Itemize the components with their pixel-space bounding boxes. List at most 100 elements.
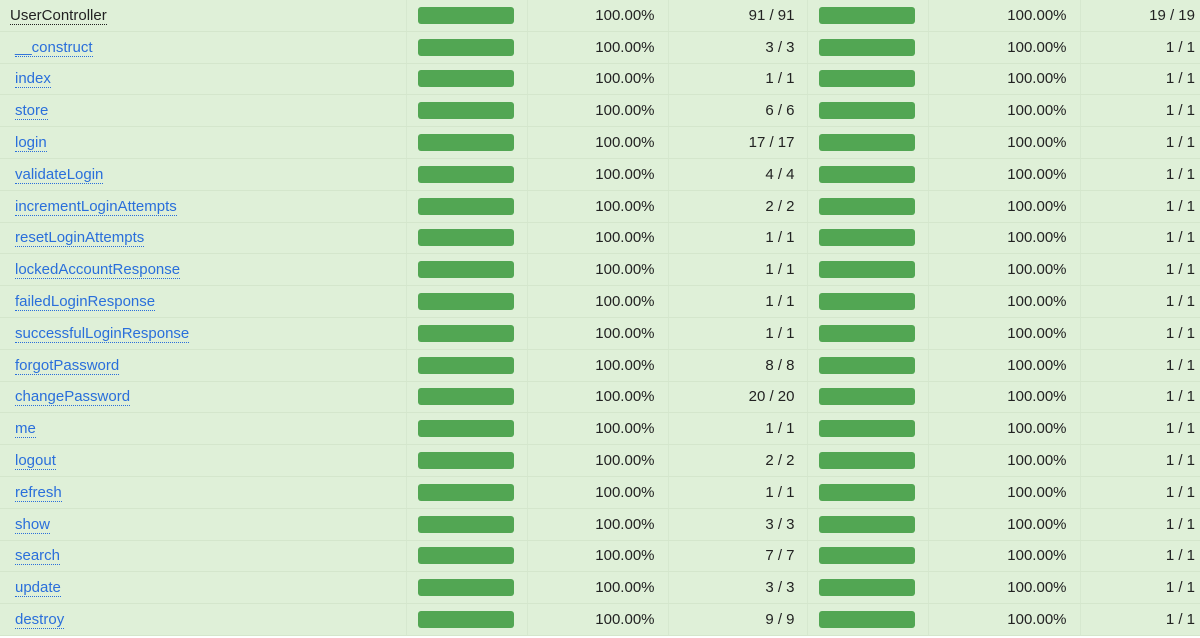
method-link[interactable]: index <box>15 70 51 89</box>
method-row: lockedAccountResponse 100.00% 1 / 1 100.00%… <box>0 253 1200 287</box>
lines-bar-cell <box>406 381 528 414</box>
method-link[interactable]: successfulLoginResponse <box>15 324 190 343</box>
method-row: update 100.00% 3 / 3 100.00% 1 / 1 <box>0 571 1200 605</box>
lines-percent: 100.00% <box>527 94 669 128</box>
methods-percent: 100.00% <box>928 349 1081 382</box>
methods-count: 1 / 1 <box>1080 349 1200 382</box>
lines-percent: 100.00% <box>527 444 669 477</box>
method-row: me 100.00% 1 / 1 100.00% 1 / 1 <box>0 412 1200 446</box>
lines-bar-cell <box>406 0 528 32</box>
methods-coverage-bar <box>818 483 915 501</box>
method-link[interactable]: update <box>15 579 61 598</box>
method-link[interactable]: incrementLoginAttempts <box>15 197 177 216</box>
methods-bar-cell <box>807 222 929 255</box>
method-link[interactable]: login <box>15 134 47 153</box>
lines-count: 20 / 20 <box>668 381 808 414</box>
method-row: changePassword 100.00% 20 / 20 100.00% 1 / 1 <box>0 381 1200 414</box>
lines-count: 3 / 3 <box>668 31 808 64</box>
method-link[interactable]: forgotPassword <box>15 356 120 375</box>
methods-coverage-bar <box>818 515 915 533</box>
lines-coverage-bar <box>417 388 514 406</box>
lines-count: 2 / 2 <box>668 190 808 223</box>
lines-count: 1 / 1 <box>668 476 808 509</box>
lines-coverage-bar <box>417 452 514 470</box>
name-cell: resetLoginAttempts <box>0 222 407 255</box>
methods-percent: 100.00% <box>928 412 1081 446</box>
method-row: store 100.00% 6 / 6 100.00% 1 / 1 <box>0 94 1200 128</box>
lines-bar-cell <box>406 603 528 636</box>
lines-coverage-bar <box>417 547 514 565</box>
methods-count: 1 / 1 <box>1080 222 1200 255</box>
method-link[interactable]: destroy <box>15 611 65 630</box>
method-link[interactable]: resetLoginAttempts <box>15 229 145 248</box>
lines-bar-cell <box>406 63 528 96</box>
lines-percent: 100.00% <box>527 285 669 318</box>
method-link[interactable]: search <box>15 547 61 566</box>
method-link[interactable]: failedLoginResponse <box>15 293 156 312</box>
method-link[interactable]: show <box>15 515 51 534</box>
methods-percent: 100.00% <box>928 253 1081 287</box>
methods-bar-cell <box>807 253 929 287</box>
name-cell: forgotPassword <box>0 349 407 382</box>
lines-percent: 100.00% <box>527 253 669 287</box>
lines-coverage-bar <box>417 38 514 56</box>
lines-count: 4 / 4 <box>668 158 808 191</box>
methods-percent: 100.00% <box>928 381 1081 414</box>
lines-count: 2 / 2 <box>668 444 808 477</box>
methods-coverage-bar <box>818 579 915 597</box>
lines-count: 1 / 1 <box>668 285 808 318</box>
method-row: refresh 100.00% 1 / 1 100.00% 1 / 1 <box>0 476 1200 509</box>
method-link[interactable]: store <box>15 102 49 121</box>
methods-count: 1 / 1 <box>1080 317 1200 350</box>
method-row: successfulLoginResponse 100.00% 1 / 1 100.0… <box>0 317 1200 350</box>
methods-bar-cell <box>807 63 929 96</box>
lines-count: 6 / 6 <box>668 94 808 128</box>
lines-coverage-bar <box>417 356 514 374</box>
methods-bar-cell <box>807 190 929 223</box>
methods-count: 1 / 1 <box>1080 190 1200 223</box>
name-cell: destroy <box>0 603 407 636</box>
methods-count: 19 / 19 <box>1080 0 1200 32</box>
methods-count: 1 / 1 <box>1080 476 1200 509</box>
lines-percent: 100.00% <box>527 412 669 446</box>
method-row: login 100.00% 17 / 17 100.00% 1 / 1 <box>0 126 1200 159</box>
name-cell: store <box>0 94 407 128</box>
method-link[interactable]: me <box>15 420 36 439</box>
method-link[interactable]: refresh <box>15 483 62 502</box>
methods-percent: 100.00% <box>928 31 1081 64</box>
methods-coverage-bar <box>818 420 915 438</box>
method-link[interactable]: lockedAccountResponse <box>15 261 181 280</box>
method-link[interactable]: validateLogin <box>15 165 104 184</box>
methods-count: 1 / 1 <box>1080 94 1200 128</box>
lines-count: 8 / 8 <box>668 349 808 382</box>
lines-percent: 100.00% <box>527 508 669 541</box>
methods-percent: 100.00% <box>928 571 1081 605</box>
method-link[interactable]: logout <box>15 452 56 471</box>
lines-coverage-bar <box>417 134 514 152</box>
methods-coverage-bar <box>818 102 915 120</box>
methods-percent: 100.00% <box>928 190 1081 223</box>
name-cell: update <box>0 571 407 605</box>
lines-percent: 100.00% <box>527 158 669 191</box>
method-row: __construct 100.00% 3 / 3 100.00% 1 / 1 <box>0 31 1200 64</box>
methods-coverage-bar <box>818 324 915 342</box>
methods-bar-cell <box>807 412 929 446</box>
methods-coverage-bar <box>818 452 915 470</box>
methods-count: 1 / 1 <box>1080 31 1200 64</box>
lines-coverage-bar <box>417 197 514 215</box>
methods-count: 1 / 1 <box>1080 571 1200 605</box>
methods-coverage-bar <box>818 611 915 629</box>
name-cell: incrementLoginAttempts <box>0 190 407 223</box>
methods-percent: 100.00% <box>928 508 1081 541</box>
methods-bar-cell <box>807 94 929 128</box>
class-link[interactable]: UserController <box>10 6 107 25</box>
lines-coverage-bar <box>417 420 514 438</box>
method-link[interactable]: __construct <box>15 38 93 57</box>
name-cell: me <box>0 412 407 446</box>
methods-bar-cell <box>807 31 929 64</box>
methods-bar-cell <box>807 349 929 382</box>
methods-count: 1 / 1 <box>1080 508 1200 541</box>
methods-bar-cell <box>807 317 929 350</box>
lines-count: 1 / 1 <box>668 253 808 287</box>
method-link[interactable]: changePassword <box>15 388 131 407</box>
